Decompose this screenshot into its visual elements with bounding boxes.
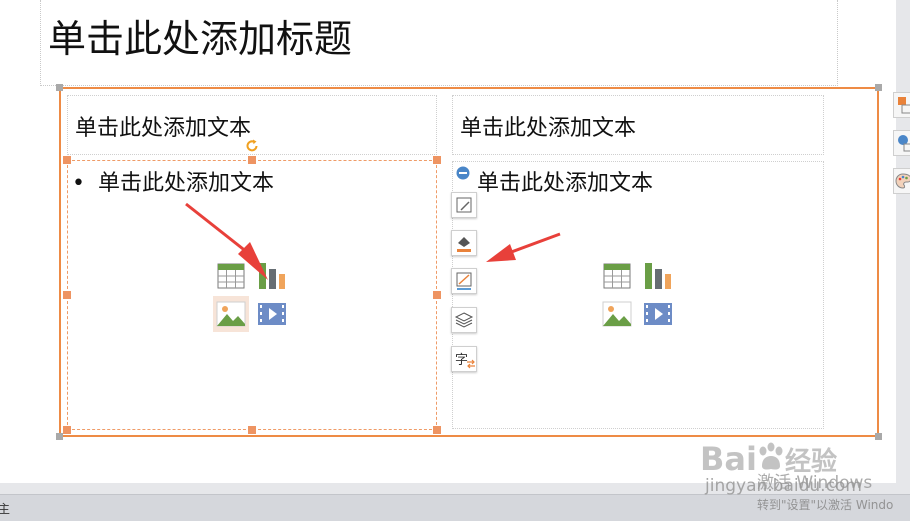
baidu-brand-text: Bai bbox=[700, 440, 757, 478]
right-insert-chart-icon[interactable] bbox=[642, 260, 674, 292]
fill-color-button[interactable] bbox=[451, 230, 477, 256]
resize-handle-r[interactable] bbox=[433, 291, 441, 299]
right-bullet-text[interactable]: 单击此处添加文本 bbox=[477, 165, 653, 197]
arrange-layers-button[interactable] bbox=[451, 307, 477, 333]
right-insert-table-icon[interactable] bbox=[601, 260, 633, 292]
slide-canvas[interactable]: 单击此处添加标题 单击此处添加文本 • 单击此处添加文本 单击此处添加文本 单击… bbox=[0, 0, 896, 483]
left-bullet-line[interactable]: • 单击此处添加文本 bbox=[72, 165, 274, 197]
left-heading-text[interactable]: 单击此处添加文本 bbox=[75, 110, 251, 142]
shape-options-icon bbox=[898, 135, 910, 152]
resize-handle-b[interactable] bbox=[248, 426, 256, 434]
edit-shape-button[interactable] bbox=[451, 192, 477, 218]
layout-options-icon bbox=[898, 97, 910, 114]
resize-handle-t[interactable] bbox=[248, 156, 256, 164]
insert-video-icon[interactable] bbox=[256, 298, 288, 330]
arrange-layers-icon bbox=[454, 312, 474, 328]
resize-handle-br[interactable] bbox=[433, 426, 441, 434]
activate-windows-title: 激活 Windows bbox=[757, 473, 873, 493]
rotate-icon[interactable] bbox=[244, 138, 260, 154]
title-placeholder-text[interactable]: 单击此处添加标题 bbox=[48, 8, 352, 63]
side-layout-button[interactable] bbox=[893, 92, 910, 118]
red-arrow-right bbox=[486, 232, 561, 262]
group-corner-handle-br[interactable] bbox=[875, 433, 882, 440]
swap-arrows-icon bbox=[467, 359, 475, 369]
text-direction-button[interactable]: 字 bbox=[451, 346, 477, 372]
right-heading-text[interactable]: 单击此处添加文本 bbox=[460, 110, 636, 142]
fill-color-icon bbox=[457, 237, 471, 252]
palette-icon bbox=[895, 173, 910, 189]
edit-shape-icon bbox=[456, 197, 472, 213]
side-shape-button[interactable] bbox=[893, 130, 910, 156]
activate-windows-subtitle: 转到"设置"以激活 Windo bbox=[757, 498, 894, 512]
resize-handle-tl[interactable] bbox=[63, 156, 71, 164]
resize-handle-l[interactable] bbox=[63, 291, 71, 299]
resize-handle-tr[interactable] bbox=[433, 156, 441, 164]
side-style-button[interactable] bbox=[893, 168, 910, 194]
right-content-placeholder[interactable] bbox=[452, 161, 824, 429]
status-bar-label: 主 bbox=[0, 502, 11, 516]
right-insert-video-icon[interactable] bbox=[642, 298, 674, 330]
group-corner-handle-tl[interactable] bbox=[56, 84, 63, 91]
right-insert-picture-icon[interactable] bbox=[601, 298, 633, 330]
red-arrow-left bbox=[185, 202, 268, 280]
left-bullet-text[interactable]: 单击此处添加文本 bbox=[98, 171, 274, 196]
bullet-symbol: • bbox=[72, 171, 85, 196]
group-corner-handle-tr[interactable] bbox=[875, 84, 882, 91]
group-corner-handle-bl[interactable] bbox=[56, 433, 63, 440]
resize-handle-bl[interactable] bbox=[63, 426, 71, 434]
outline-color-icon bbox=[456, 272, 472, 290]
outline-color-button[interactable] bbox=[451, 268, 477, 294]
insert-picture-icon[interactable] bbox=[215, 298, 247, 330]
collapse-icon[interactable] bbox=[456, 166, 470, 180]
